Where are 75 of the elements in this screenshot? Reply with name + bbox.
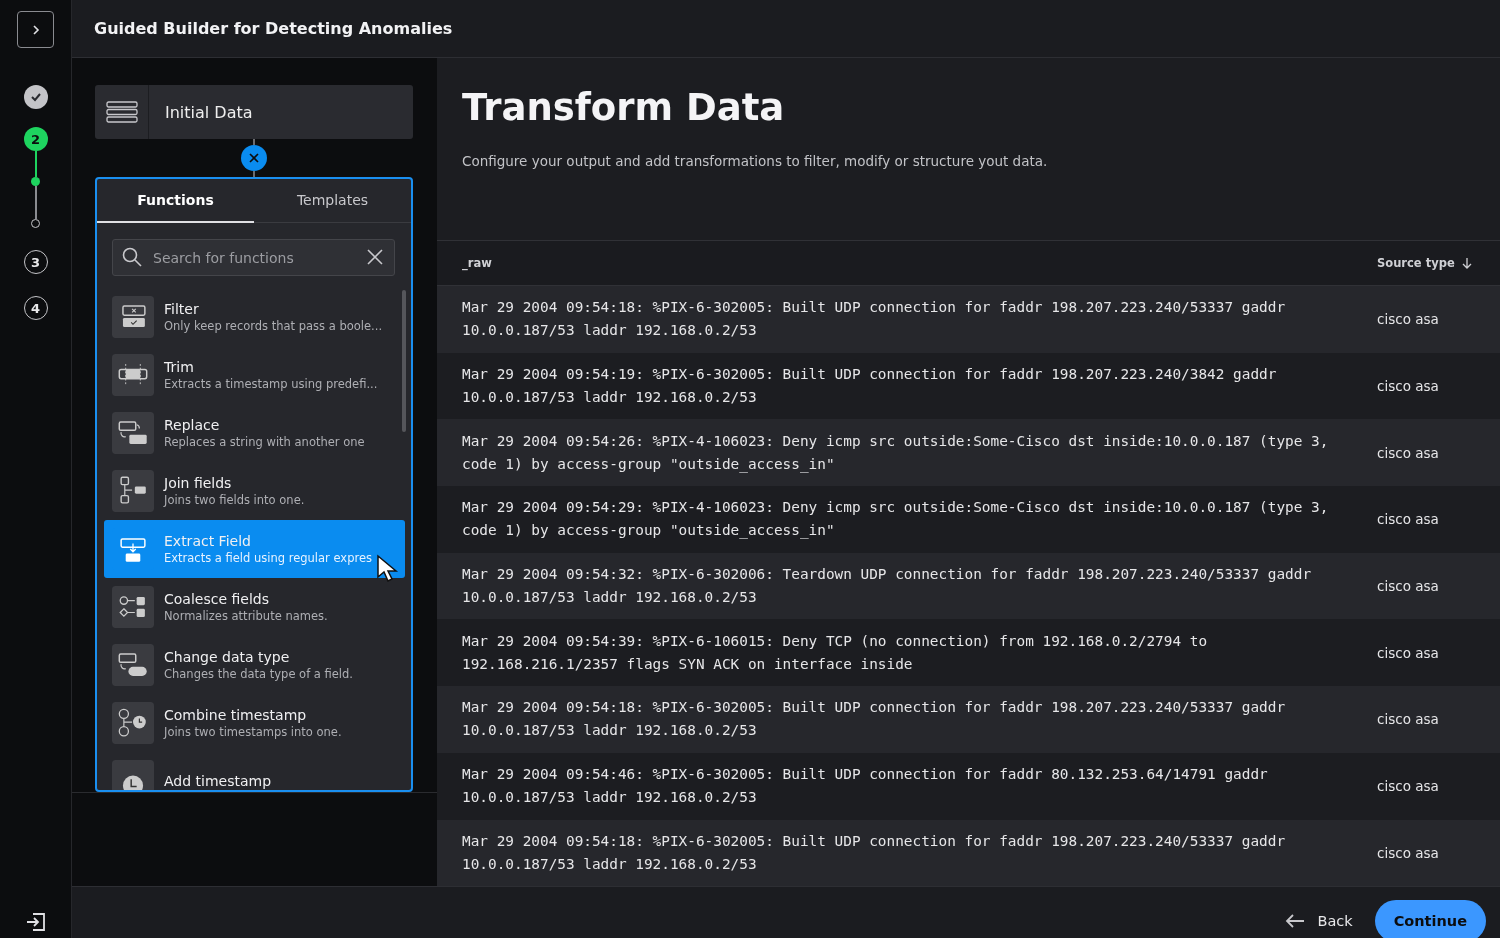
function-name: Trim (164, 359, 195, 375)
table-cell-text: Mar 29 2004 09:54:18: %PIX-6-302005: Built UDP connection for faddr 198.207.223.240/53337 gaddr 10.0.0.187/53 laddr 192.168.0.2/53 (462, 698, 1287, 741)
tab[interactable]: Templates (254, 179, 411, 223)
function-item[interactable]: Change data type Changes the data type of a field. (104, 636, 405, 694)
search-icon (122, 247, 142, 267)
function-name: Filter (164, 301, 200, 317)
function-description: Normalizes attribute names. (164, 609, 328, 623)
table-cell: cisco asa (1377, 711, 1439, 728)
function-item[interactable]: Trim Extracts a timestamp using predefi... (104, 346, 405, 404)
remove-button[interactable] (241, 145, 267, 171)
table-cell: cisco asa (1377, 311, 1439, 328)
function-description: Replaces a string with another one (164, 435, 365, 449)
function-item[interactable]: Filter Only keep records that pass a boole... (104, 288, 405, 346)
function-description: Extracts a timestamp using predefi... (164, 377, 378, 391)
exit-icon[interactable] (24, 911, 47, 934)
back-button[interactable]: Back (1285, 913, 1353, 930)
page-description: Configure your output and add transformations to filter, modify or structure yout data. (462, 153, 1049, 169)
table-cell: cisco asa (1377, 778, 1439, 795)
column-header: _raw (462, 256, 492, 270)
function-description: Only keep records that pass a boole... (164, 319, 383, 333)
clear-icon[interactable] (367, 249, 383, 265)
function-name: Change data type (164, 649, 291, 665)
function-name: Combine timestamp (164, 707, 308, 723)
table-cell-text: Mar 29 2004 09:54:46: %PIX-6-302005: Built UDP connection for faddr 80.132.253.64/14791 gaddr 10.0.0.187/53 laddr 192.168.0.2/53 (462, 765, 1269, 808)
step-indicator: 2 (23, 127, 48, 151)
table-cell: cisco asa (1377, 844, 1439, 861)
table-cell-text: Mar 29 2004 09:54:39: %PIX-6-106015: Deny TCP (no connection) from 192.168.0.2/2794 to 192.168.216.1/2357 flags SYN ACK on interface inside (462, 631, 1209, 674)
replace-icon (112, 412, 154, 454)
function-item[interactable]: Add timestamp (104, 752, 405, 790)
change-type-icon (112, 644, 154, 686)
column-header[interactable]: Source type (1377, 256, 1455, 270)
expand-button[interactable] (17, 11, 54, 48)
function-name: Coalesce fields (164, 591, 270, 607)
table-cell-text: Mar 29 2004 09:54:18: %PIX-6-302005: Built UDP connection for faddr 198.207.223.240/53337 gaddr 10.0.0.187/53 laddr 192.168.0.2/53 (462, 298, 1287, 341)
table-cell-text: Mar 29 2004 09:54:26: %PIX-4-106023: Deny icmp src outside:Some-Cisco dst inside:10.0.0.187 (type 3, code 1) by access-group "outside_access_in" (462, 431, 1330, 475)
page-title: Transform Data (462, 86, 786, 129)
function-name: Join fields (164, 475, 233, 491)
sort-arrow-icon[interactable] (1460, 257, 1473, 269)
function-description: Joins two fields into one. (164, 493, 305, 507)
function-description: Extracts a field using regular expres (164, 551, 372, 565)
function-name: Extract Field (164, 533, 252, 549)
arrow-left-icon (1285, 913, 1306, 930)
function-description: Changes the data type of a field. (164, 667, 354, 681)
table-cell: cisco asa (1377, 378, 1439, 395)
function-item[interactable]: Replace Replaces a string with another one (104, 404, 405, 462)
table-cell: cisco asa (1377, 644, 1439, 661)
filter-icon (112, 296, 154, 338)
node-title: Initial Data (164, 102, 253, 122)
clocks-icon (112, 702, 154, 744)
table-cell-text: Mar 29 2004 09:54:29: %PIX-4-106023: Deny icmp src outside:Some-Cisco dst inside:10.0.0.187 (type 3, code 1) by access-group "outside_access_in" (462, 498, 1330, 541)
check-icon (29, 91, 42, 103)
join-icon (112, 470, 154, 512)
table-cell: cisco asa (1377, 511, 1439, 528)
continue-button[interactable]: Continue (1374, 900, 1486, 938)
table-cell-text: Mar 29 2004 09:54:18: %PIX-6-302005: Built UDP connection for faddr 198.207.223.240/53337 gaddr 10.0.0.187/53 laddr 192.168.0.2/53 (462, 831, 1287, 874)
clock-icon (112, 760, 154, 790)
scrollbar[interactable] (402, 290, 406, 432)
table-cell-text: Mar 29 2004 09:54:32: %PIX-6-302006: Teardown UDP connection for faddr 198.207.223.240/53337 gaddr 10.0.0.187/53 laddr 192.168.0.2/53 (462, 565, 1313, 608)
function-item[interactable]: Combine timestamp Joins two timestamps into one. (104, 694, 405, 752)
table-cell: cisco asa (1377, 578, 1439, 595)
coalesce-icon (112, 586, 154, 628)
function-name: Replace (164, 417, 221, 433)
search-field[interactable]: Search for functions (112, 239, 395, 276)
source-node[interactable]: Initial Data (95, 85, 413, 139)
tab[interactable]: Functions (97, 179, 254, 223)
table-cell-text: Mar 29 2004 09:54:19: %PIX-6-302005: Built UDP connection for faddr 198.207.223.240/3842 gaddr 10.0.0.187/53 laddr 192.168.0.2/53 (462, 365, 1278, 408)
function-item[interactable]: Coalesce fields Normalizes attribute names. (104, 578, 405, 636)
table-cell: cisco asa (1377, 444, 1439, 461)
function-description: Joins two timestamps into one. (164, 725, 342, 739)
list-icon (105, 101, 138, 123)
window-title: Guided Builder for Detecting Anomalies (94, 19, 453, 38)
trim-icon (112, 354, 154, 396)
close-icon (249, 153, 259, 163)
function-item[interactable]: Join fields Joins two fields into one. (104, 462, 405, 520)
function-name: Add timestamp (164, 773, 272, 789)
